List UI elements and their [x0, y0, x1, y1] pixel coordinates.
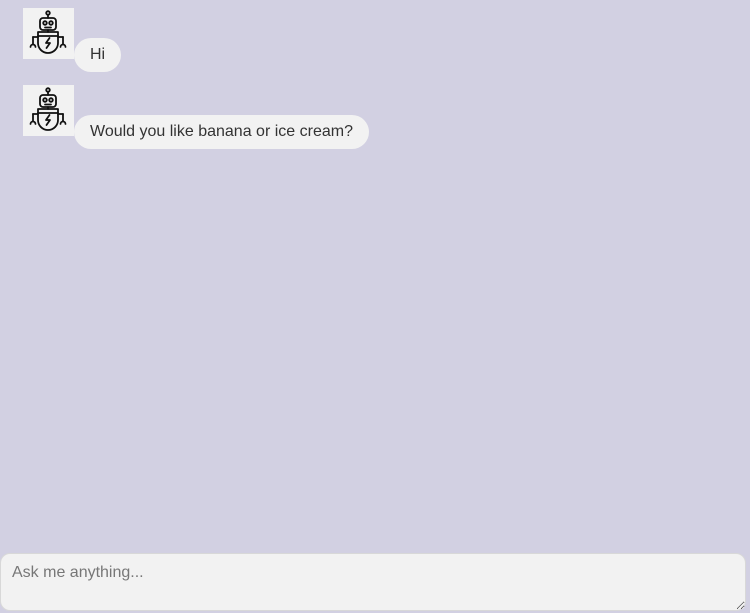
bot-avatar: [23, 85, 74, 136]
message-bubble: Hi: [74, 38, 122, 72]
chat-messages: Hi Would you like banana or ice cream?: [0, 0, 750, 550]
chat-input[interactable]: [0, 553, 746, 611]
bot-avatar: [23, 8, 74, 59]
robot-icon: [29, 87, 67, 131]
robot-icon: [29, 10, 67, 54]
message-bubble: Would you like banana or ice cream?: [74, 115, 369, 149]
